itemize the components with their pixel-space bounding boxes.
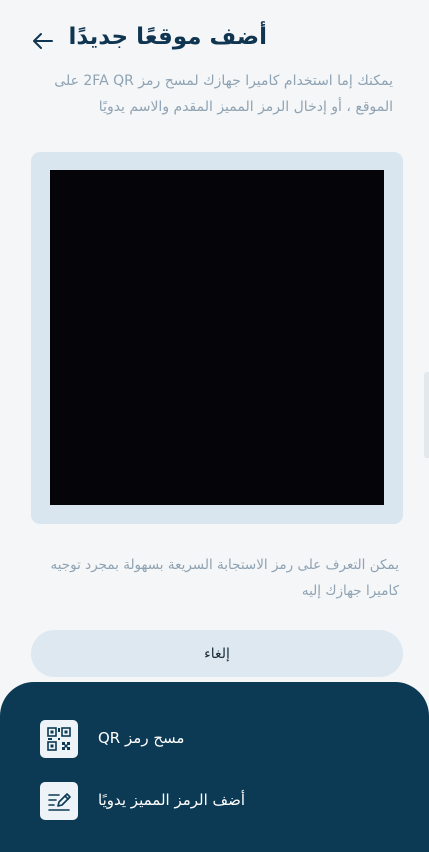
scrollbar-handle[interactable] [424,372,429,458]
scan-qr-option[interactable]: مسح رمز QR [40,720,380,758]
edit-document-icon [40,782,78,820]
cancel-button[interactable]: إلغاء [31,630,403,677]
scan-hint-text: يمكن التعرف على رمز الاستجابة السريعة بس… [50,557,400,599]
header: أضف موقعًا جديدًا [0,20,429,62]
bottom-sheet: مسح رمز QR أضف الرمز المميز يدويًا [0,682,429,852]
add-token-manually-option[interactable]: أضف الرمز المميز يدويًا [40,782,380,820]
qr-code-icon [40,720,78,758]
qr-scanner-card [31,152,403,524]
page-title: أضف موقعًا جديدًا [68,24,267,50]
scan-qr-label: مسح رمز QR [98,729,185,747]
instructions-text: يمكنك إما استخدام كاميرا جهازك لمسح رمز … [54,73,393,115]
add-token-manually-label: أضف الرمز المميز يدويًا [98,791,245,809]
camera-viewfinder[interactable] [50,170,384,505]
add-site-screen: أضف موقعًا جديدًا يمكنك إما استخدام كامي… [0,0,429,852]
back-button[interactable] [28,26,58,56]
arrow-left-icon [33,33,53,49]
